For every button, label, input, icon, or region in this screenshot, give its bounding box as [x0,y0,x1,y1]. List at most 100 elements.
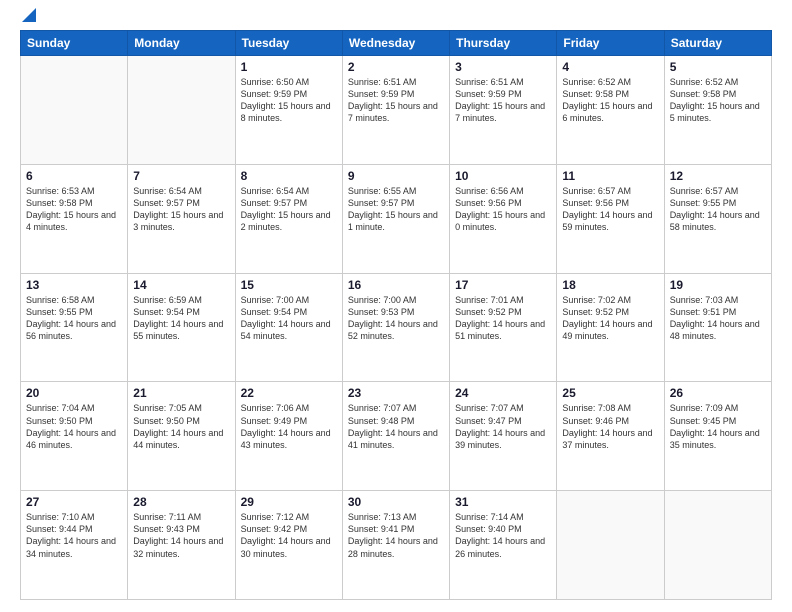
day-number: 11 [562,169,658,183]
calendar-cell: 19 Sunrise: 7:03 AMSunset: 9:51 PMDayligh… [664,273,771,382]
day-number: 18 [562,278,658,292]
day-info: Sunrise: 7:12 AMSunset: 9:42 PMDaylight:… [241,511,337,560]
day-info: Sunrise: 6:56 AMSunset: 9:56 PMDaylight:… [455,185,551,234]
day-number: 20 [26,386,122,400]
day-number: 15 [241,278,337,292]
day-info: Sunrise: 6:51 AMSunset: 9:59 PMDaylight:… [348,76,444,125]
day-info: Sunrise: 7:07 AMSunset: 9:48 PMDaylight:… [348,402,444,451]
day-info: Sunrise: 6:50 AMSunset: 9:59 PMDaylight:… [241,76,337,125]
day-number: 17 [455,278,551,292]
day-info: Sunrise: 6:54 AMSunset: 9:57 PMDaylight:… [241,185,337,234]
calendar-cell: 12Sunrise: 6:57 AMSunset: 9:55 PMDayligh… [664,164,771,273]
calendar-cell: 27Sunrise: 7:10 AMSunset: 9:44 PMDayligh… [21,491,128,600]
calendar-cell: 29 Sunrise: 7:12 AMSunset: 9:42 PMDayligh… [235,491,342,600]
calendar-cell: 2Sunrise: 6:51 AMSunset: 9:59 PMDaylight… [342,56,449,165]
day-number: 23 [348,386,444,400]
logo-icon [22,8,36,22]
calendar-cell: 6Sunrise: 6:53 AMSunset: 9:58 PMDaylight… [21,164,128,273]
day-number: 24 [455,386,551,400]
calendar-cell: 3 Sunrise: 6:51 AMSunset: 9:59 PMDaylight… [450,56,557,165]
day-number: 3 [455,60,551,74]
calendar-week-row: 13 Sunrise: 6:58 AMSunset: 9:55 PMDayligh… [21,273,772,382]
day-info: Sunrise: 7:08 AMSunset: 9:46 PMDaylight:… [562,402,658,451]
weekday-header: Tuesday [235,31,342,56]
day-info: Sunrise: 7:00 AMSunset: 9:54 PMDaylight:… [241,294,337,343]
calendar-cell [128,56,235,165]
day-info: Sunrise: 6:57 AMSunset: 9:56 PMDaylight:… [562,185,658,234]
day-number: 30 [348,495,444,509]
day-info: Sunrise: 7:09 AMSunset: 9:45 PMDaylight:… [670,402,766,451]
calendar-week-row: 27Sunrise: 7:10 AMSunset: 9:44 PMDayligh… [21,491,772,600]
calendar-cell: 7 Sunrise: 6:54 AMSunset: 9:57 PMDaylight… [128,164,235,273]
calendar-cell: 31 Sunrise: 7:14 AMSunset: 9:40 PMDayligh… [450,491,557,600]
calendar-cell: 15 Sunrise: 7:00 AMSunset: 9:54 PMDayligh… [235,273,342,382]
day-number: 10 [455,169,551,183]
calendar-cell [664,491,771,600]
calendar-cell [557,491,664,600]
day-number: 26 [670,386,766,400]
calendar-cell: 11 Sunrise: 6:57 AMSunset: 9:56 PMDayligh… [557,164,664,273]
calendar-cell: 14 Sunrise: 6:59 AMSunset: 9:54 PMDayligh… [128,273,235,382]
day-number: 13 [26,278,122,292]
weekday-header: Monday [128,31,235,56]
calendar-cell [21,56,128,165]
calendar-cell: 22Sunrise: 7:06 AMSunset: 9:49 PMDayligh… [235,382,342,491]
calendar-cell: 9 Sunrise: 6:55 AMSunset: 9:57 PMDaylight… [342,164,449,273]
day-info: Sunrise: 7:00 AMSunset: 9:53 PMDaylight:… [348,294,444,343]
day-number: 14 [133,278,229,292]
calendar-cell: 26 Sunrise: 7:09 AMSunset: 9:45 PMDayligh… [664,382,771,491]
calendar-cell: 18 Sunrise: 7:02 AMSunset: 9:52 PMDayligh… [557,273,664,382]
day-number: 7 [133,169,229,183]
logo [20,16,36,22]
calendar-cell: 20Sunrise: 7:04 AMSunset: 9:50 PMDayligh… [21,382,128,491]
day-info: Sunrise: 7:10 AMSunset: 9:44 PMDaylight:… [26,511,122,560]
day-number: 29 [241,495,337,509]
day-info: Sunrise: 6:54 AMSunset: 9:57 PMDaylight:… [133,185,229,234]
day-number: 28 [133,495,229,509]
calendar-cell: 16 Sunrise: 7:00 AMSunset: 9:53 PMDayligh… [342,273,449,382]
day-info: Sunrise: 7:03 AMSunset: 9:51 PMDaylight:… [670,294,766,343]
calendar-cell: 30Sunrise: 7:13 AMSunset: 9:41 PMDayligh… [342,491,449,600]
calendar-week-row: 20Sunrise: 7:04 AMSunset: 9:50 PMDayligh… [21,382,772,491]
day-info: Sunrise: 6:55 AMSunset: 9:57 PMDaylight:… [348,185,444,234]
calendar-week-row: 6Sunrise: 6:53 AMSunset: 9:58 PMDaylight… [21,164,772,273]
day-info: Sunrise: 6:52 AMSunset: 9:58 PMDaylight:… [562,76,658,125]
calendar-table: SundayMondayTuesdayWednesdayThursdayFrid… [20,30,772,600]
day-info: Sunrise: 7:14 AMSunset: 9:40 PMDaylight:… [455,511,551,560]
day-number: 6 [26,169,122,183]
day-number: 19 [670,278,766,292]
calendar-cell: 4 Sunrise: 6:52 AMSunset: 9:58 PMDaylight… [557,56,664,165]
page: SundayMondayTuesdayWednesdayThursdayFrid… [0,0,792,612]
calendar-cell: 13 Sunrise: 6:58 AMSunset: 9:55 PMDayligh… [21,273,128,382]
day-info: Sunrise: 7:11 AMSunset: 9:43 PMDaylight:… [133,511,229,560]
day-number: 31 [455,495,551,509]
calendar-cell: 24 Sunrise: 7:07 AMSunset: 9:47 PMDayligh… [450,382,557,491]
day-info: Sunrise: 7:02 AMSunset: 9:52 PMDaylight:… [562,294,658,343]
calendar-cell: 8Sunrise: 6:54 AMSunset: 9:57 PMDaylight… [235,164,342,273]
weekday-header: Wednesday [342,31,449,56]
calendar-cell: 25 Sunrise: 7:08 AMSunset: 9:46 PMDayligh… [557,382,664,491]
weekday-header: Thursday [450,31,557,56]
day-number: 4 [562,60,658,74]
day-info: Sunrise: 7:05 AMSunset: 9:50 PMDaylight:… [133,402,229,451]
day-info: Sunrise: 6:58 AMSunset: 9:55 PMDaylight:… [26,294,122,343]
day-info: Sunrise: 6:59 AMSunset: 9:54 PMDaylight:… [133,294,229,343]
weekday-header: Saturday [664,31,771,56]
day-info: Sunrise: 6:51 AMSunset: 9:59 PMDaylight:… [455,76,551,125]
day-info: Sunrise: 6:52 AMSunset: 9:58 PMDaylight:… [670,76,766,125]
day-number: 16 [348,278,444,292]
day-info: Sunrise: 7:01 AMSunset: 9:52 PMDaylight:… [455,294,551,343]
weekday-header-row: SundayMondayTuesdayWednesdayThursdayFrid… [21,31,772,56]
day-number: 25 [562,386,658,400]
weekday-header: Friday [557,31,664,56]
day-number: 5 [670,60,766,74]
day-info: Sunrise: 7:07 AMSunset: 9:47 PMDaylight:… [455,402,551,451]
day-number: 22 [241,386,337,400]
calendar-cell: 10 Sunrise: 6:56 AMSunset: 9:56 PMDayligh… [450,164,557,273]
calendar-cell: 1Sunrise: 6:50 AMSunset: 9:59 PMDaylight… [235,56,342,165]
calendar-cell: 28 Sunrise: 7:11 AMSunset: 9:43 PMDayligh… [128,491,235,600]
calendar-cell: 17 Sunrise: 7:01 AMSunset: 9:52 PMDayligh… [450,273,557,382]
day-number: 9 [348,169,444,183]
day-number: 12 [670,169,766,183]
calendar-cell: 21Sunrise: 7:05 AMSunset: 9:50 PMDayligh… [128,382,235,491]
